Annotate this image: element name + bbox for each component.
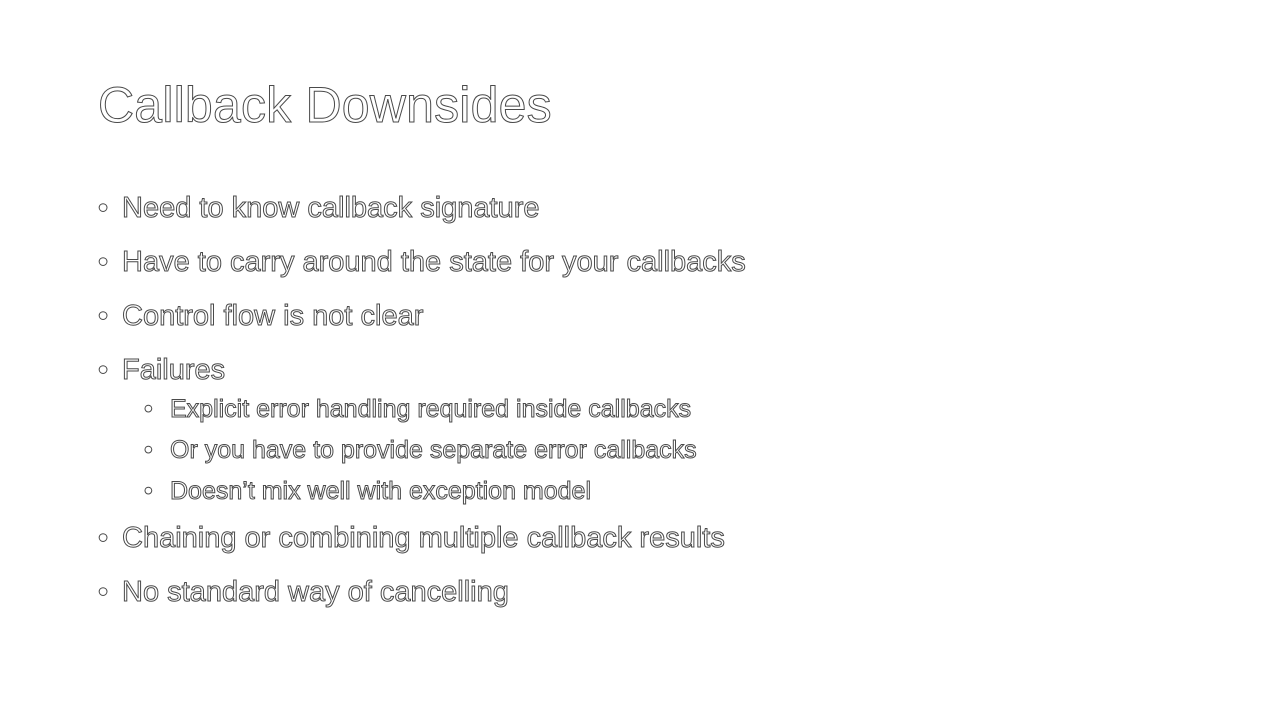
bullet-icon: •	[97, 354, 109, 387]
bullet-text: No standard way of cancelling	[122, 576, 510, 609]
sub-bullet-separate-error-callbacks: • Or you have to provide separate error …	[98, 435, 1198, 465]
bullet-icon: •	[97, 522, 109, 555]
slide-title: Callback Downsides	[98, 77, 553, 134]
bullet-icon: •	[97, 576, 109, 609]
sub-bullet-text: Explicit error handling required inside …	[169, 395, 692, 424]
bullet-icon: •	[97, 246, 109, 279]
sub-bullet-explicit-error-handling: • Explicit error handling required insid…	[98, 394, 1198, 424]
bullet-item-carry-state: • Have to carry around the state for you…	[97, 244, 1198, 280]
bullet-item-callback-signature: • Need to know callback signature	[97, 190, 1198, 226]
bullet-item-cancelling: • No standard way of cancelling	[97, 574, 1198, 610]
bullet-item-chaining: • Chaining or combining multiple callbac…	[97, 520, 1198, 556]
sub-bullet-exception-model: • Doesn’t mix well with exception model	[98, 476, 1198, 506]
bullet-list: • Need to know callback signature • Have…	[97, 190, 1198, 628]
bullet-icon: •	[97, 300, 109, 333]
sub-bullet-text: Or you have to provide separate error ca…	[170, 436, 698, 465]
bullet-text: Chaining or combining multiple callback …	[122, 522, 726, 555]
sub-bullet-icon: •	[144, 436, 154, 465]
sub-bullet-text: Doesn’t mix well with exception model	[169, 477, 592, 506]
bullet-item-control-flow: • Control flow is not clear	[97, 298, 1198, 334]
bullet-text: Need to know callback signature	[122, 192, 541, 225]
bullet-text: Have to carry around the state for your …	[122, 246, 747, 279]
bullet-icon: •	[97, 192, 109, 225]
bullet-item-failures: • Failures	[97, 352, 1198, 388]
bullet-text: Failures	[121, 354, 226, 387]
bullet-text: Control flow is not clear	[121, 300, 424, 333]
slide: Callback Downsides • Need to know callba…	[0, 0, 1280, 720]
sub-bullet-icon: •	[144, 477, 154, 506]
sub-bullet-icon: •	[144, 395, 154, 424]
